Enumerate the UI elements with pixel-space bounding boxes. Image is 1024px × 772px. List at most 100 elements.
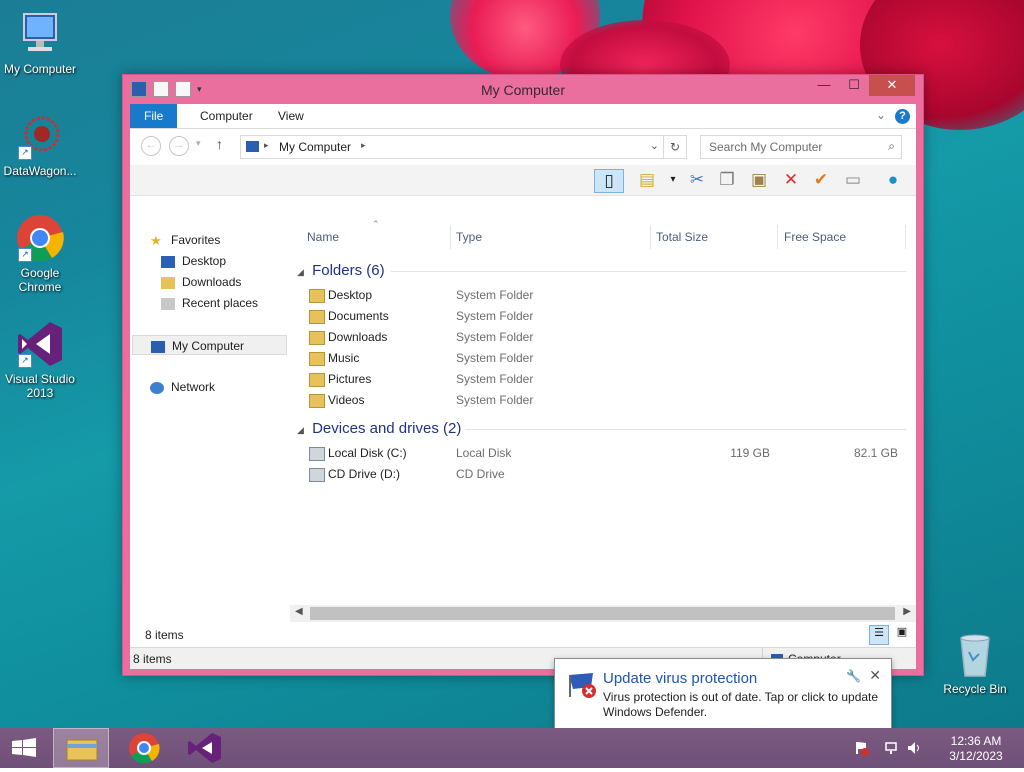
list-item[interactable]: Music System Folder bbox=[295, 348, 910, 369]
column-separator[interactable] bbox=[650, 225, 651, 249]
group-header-folders[interactable]: ◢ Folders (6) bbox=[297, 262, 385, 282]
dropdown-icon[interactable]: ▾ bbox=[662, 169, 684, 191]
list-item[interactable]: Downloads System Folder bbox=[295, 327, 910, 348]
breadcrumb-chevron-icon[interactable]: ▸ bbox=[361, 140, 366, 151]
details-view-button[interactable]: ☰ bbox=[869, 625, 889, 645]
desktop-icon-visual-studio[interactable]: ↗ Visual Studio 2013 bbox=[0, 320, 80, 400]
item-name: CD Drive (D:) bbox=[328, 467, 400, 481]
globe-icon[interactable]: ● bbox=[882, 169, 904, 191]
recent-locations-icon[interactable]: ▾ bbox=[196, 138, 201, 149]
column-total-size[interactable]: Total Size bbox=[656, 230, 708, 250]
list-item[interactable]: Pictures System Folder bbox=[295, 369, 910, 390]
desktop-icon-datawagon[interactable]: ↗ DataWagon... bbox=[0, 112, 80, 178]
breadcrumb[interactable]: My Computer bbox=[279, 140, 351, 154]
preview-pane-button[interactable]: ▯ bbox=[594, 169, 624, 193]
notification-toast[interactable]: Update virus protection Virus protection… bbox=[554, 658, 892, 730]
status-item-count: 8 items bbox=[145, 628, 184, 642]
action-center-warning-icon[interactable] bbox=[854, 740, 870, 759]
status-bar: 8 items ☰ ▣ bbox=[130, 623, 916, 647]
maximize-button[interactable]: ☐ bbox=[839, 75, 869, 96]
properties-icon[interactable]: ▤ bbox=[636, 169, 658, 191]
folder-icon bbox=[309, 289, 325, 303]
nav-downloads[interactable]: Downloads bbox=[161, 272, 241, 292]
start-button[interactable] bbox=[0, 728, 56, 768]
horizontal-scrollbar[interactable]: ◀ ▶ bbox=[290, 605, 916, 622]
nav-label: Recent places bbox=[182, 296, 259, 310]
clock-date: 3/12/2023 bbox=[949, 749, 1003, 763]
paste-icon[interactable]: ▣ bbox=[748, 169, 770, 191]
address-dropdown-icon[interactable]: ⌄ bbox=[650, 139, 659, 152]
clock[interactable]: 12:36 AM 3/12/2023 bbox=[946, 734, 1006, 764]
tab-computer[interactable]: Computer bbox=[186, 104, 267, 128]
forward-button[interactable]: → bbox=[169, 136, 189, 156]
item-type: System Folder bbox=[456, 372, 534, 386]
close-icon[interactable]: ✕ bbox=[869, 667, 881, 684]
scroll-left-icon[interactable]: ◀ bbox=[295, 606, 303, 617]
up-button[interactable]: ↑ bbox=[216, 136, 223, 152]
nav-desktop[interactable]: Desktop bbox=[161, 251, 226, 271]
column-free-space[interactable]: Free Space bbox=[784, 230, 846, 250]
command-toolbar: ▯ ▤ ▾ ✂ ❐ ▣ ✕ ✔ ▭ ● bbox=[130, 165, 916, 196]
ribbon-expand-icon[interactable]: ⌄ bbox=[876, 108, 886, 122]
column-name[interactable]: Name bbox=[307, 230, 339, 250]
column-separator[interactable] bbox=[777, 225, 778, 249]
list-item[interactable]: Desktop System Folder bbox=[295, 285, 910, 306]
back-button[interactable]: ← bbox=[141, 136, 161, 156]
minimize-button[interactable]: — bbox=[809, 75, 839, 96]
taskbar-file-explorer[interactable] bbox=[53, 728, 109, 768]
item-name: Videos bbox=[328, 393, 365, 407]
desktop-icon-google-chrome[interactable]: ↗ Google Chrome bbox=[0, 214, 80, 294]
delete-icon[interactable]: ✕ bbox=[780, 169, 802, 191]
list-item[interactable]: Local Disk (C:) Local Disk 119 GB 82.1 GB bbox=[295, 443, 910, 464]
settings-icon[interactable]: 🔧 bbox=[846, 669, 861, 683]
shortcut-arrow-icon: ↗ bbox=[18, 354, 32, 368]
desktop-icon-recycle-bin[interactable]: Recycle Bin bbox=[935, 630, 1015, 696]
network-icon bbox=[150, 381, 164, 394]
desktop-icon-label: My Computer bbox=[3, 62, 77, 76]
copy-icon[interactable]: ❐ bbox=[716, 169, 738, 191]
nav-label: Favorites bbox=[171, 233, 221, 247]
group-header-devices[interactable]: ◢ Devices and drives (2) bbox=[297, 420, 461, 440]
desktop-icon-label: DataWagon... bbox=[3, 164, 77, 178]
column-separator[interactable] bbox=[905, 225, 906, 249]
breadcrumb-chevron-icon[interactable]: ▸ bbox=[264, 140, 269, 151]
item-type: CD Drive bbox=[456, 467, 505, 481]
list-item[interactable]: Documents System Folder bbox=[295, 306, 910, 327]
taskbar-chrome[interactable] bbox=[116, 728, 172, 768]
search-input[interactable]: Search My Computer ⌕ bbox=[700, 135, 902, 159]
computer-icon bbox=[16, 10, 64, 58]
collapse-icon[interactable]: ◢ bbox=[297, 425, 304, 435]
tab-view[interactable]: View bbox=[264, 104, 318, 128]
nav-recent-places[interactable]: Recent places bbox=[161, 293, 258, 313]
column-type[interactable]: Type bbox=[456, 230, 482, 250]
nav-favorites[interactable]: ★ Favorites bbox=[150, 230, 220, 250]
volume-icon[interactable] bbox=[906, 740, 922, 759]
nav-my-computer[interactable]: My Computer bbox=[132, 335, 287, 355]
desktop-icon-my-computer[interactable]: My Computer bbox=[0, 10, 80, 76]
rename-icon[interactable]: ▭ bbox=[842, 169, 864, 191]
item-name: Desktop bbox=[328, 288, 373, 302]
chrome-icon bbox=[129, 733, 160, 764]
check-icon[interactable]: ✔ bbox=[810, 169, 832, 191]
scrollbar-thumb[interactable] bbox=[310, 607, 895, 620]
network-icon[interactable] bbox=[884, 740, 900, 759]
explorer-window: ▾ My Computer — ☐ ✕ File Computer View ⌄… bbox=[122, 74, 924, 676]
help-icon[interactable]: ? bbox=[895, 109, 910, 124]
address-bar[interactable]: ▸ My Computer ▸ ⌄ bbox=[240, 135, 664, 159]
nav-network[interactable]: Network bbox=[150, 377, 215, 397]
refresh-button[interactable]: ↻ bbox=[663, 135, 687, 159]
search-icon[interactable]: ⌕ bbox=[888, 139, 895, 154]
large-icons-view-button[interactable]: ▣ bbox=[893, 625, 911, 643]
clock-time: 12:36 AM bbox=[950, 734, 1002, 748]
close-button[interactable]: ✕ bbox=[869, 75, 915, 96]
title-bar[interactable]: ▾ My Computer — ☐ ✕ bbox=[123, 75, 923, 104]
collapse-icon[interactable]: ◢ bbox=[297, 267, 304, 277]
list-item[interactable]: Videos System Folder bbox=[295, 390, 910, 411]
window-title: My Computer bbox=[480, 82, 566, 98]
tab-file[interactable]: File bbox=[130, 104, 178, 128]
taskbar-visual-studio[interactable] bbox=[177, 728, 233, 768]
column-separator[interactable] bbox=[450, 225, 451, 249]
scroll-right-icon[interactable]: ▶ bbox=[903, 606, 911, 617]
list-item[interactable]: CD Drive (D:) CD Drive bbox=[295, 464, 910, 485]
cut-icon[interactable]: ✂ bbox=[686, 169, 708, 191]
